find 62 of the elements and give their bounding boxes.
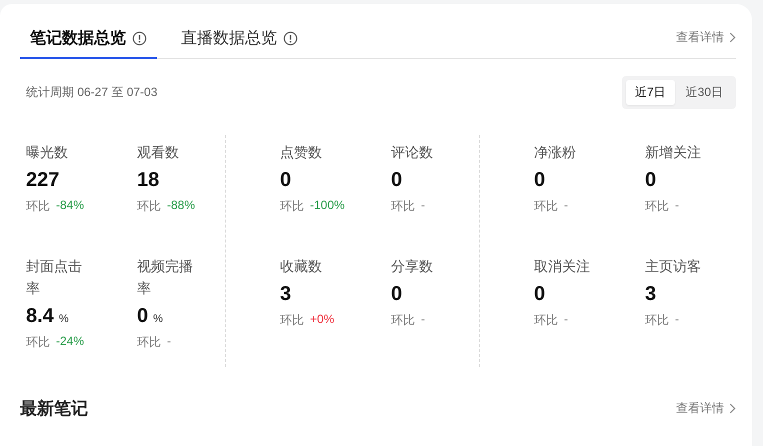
- change-label: 环比: [137, 198, 161, 215]
- change-label: 环比: [534, 312, 558, 329]
- metric-label: 曝光数: [26, 143, 69, 162]
- change-label: 环比: [280, 198, 304, 215]
- change-label: 环比: [534, 198, 558, 215]
- metric-label: 封面点击率: [26, 257, 83, 298]
- metric-value: 0: [137, 305, 148, 328]
- change-label: 环比: [645, 198, 669, 215]
- change-label: 环比: [391, 312, 415, 329]
- change-value: -: [675, 312, 679, 328]
- change-value: -84%: [56, 198, 84, 214]
- change-value: -88%: [167, 198, 196, 214]
- change-value: -: [675, 198, 679, 214]
- change-label: 环比: [26, 334, 50, 351]
- metric-label: 主页访客: [645, 257, 702, 276]
- info-icon[interactable]: [132, 31, 147, 46]
- metric-label: 分享数: [391, 257, 434, 276]
- change-value: -: [564, 198, 568, 214]
- change-label: 环比: [391, 198, 415, 215]
- metric-value: 0: [391, 283, 402, 306]
- tab[interactable]: 笔记数据总览: [20, 28, 157, 59]
- tab[interactable]: 直播数据总览: [171, 28, 308, 59]
- metric-value: 0: [534, 283, 546, 306]
- change-label: 环比: [280, 312, 304, 329]
- metric-value: 3: [280, 283, 292, 306]
- change-label: 环比: [645, 312, 669, 329]
- metric-value: 0: [391, 169, 402, 192]
- range-option[interactable]: 近30日: [676, 80, 732, 105]
- metric-value: 227: [26, 169, 60, 192]
- metric-label: 点赞数: [280, 143, 323, 162]
- metric-value: 0: [534, 169, 546, 192]
- metric-value: 18: [137, 169, 160, 192]
- view-details-link[interactable]: 查看详情: [676, 400, 736, 417]
- section-title: 最新笔记: [20, 398, 88, 420]
- change-value: -: [564, 312, 568, 328]
- change-value: -: [421, 198, 425, 214]
- change-value: +0%: [310, 312, 334, 328]
- unit-text: %: [58, 313, 69, 325]
- chevron-right-icon: [729, 32, 736, 43]
- change-value: -100%: [310, 198, 345, 214]
- change-label: 环比: [26, 198, 50, 215]
- metric-value: 0: [280, 169, 292, 192]
- info-icon[interactable]: [283, 31, 298, 46]
- metric-label: 视频完播率: [137, 257, 194, 298]
- chevron-right-icon: [729, 403, 736, 414]
- metric-label: 收藏数: [280, 257, 323, 276]
- change-value: -: [167, 334, 171, 350]
- unit-text: %: [153, 313, 163, 325]
- metric-label: 新增关注: [645, 143, 702, 162]
- range-option[interactable]: 近7日: [626, 80, 675, 105]
- change-value: -24%: [56, 334, 84, 350]
- change-label: 环比: [137, 334, 161, 351]
- period-text: 统计周期 06-27 至 07-03: [26, 84, 158, 101]
- metric-label: 评论数: [391, 143, 434, 162]
- view-details-link[interactable]: 查看详情: [676, 29, 736, 58]
- metric-label: 取消关注: [534, 257, 591, 276]
- metric-value: 3: [645, 283, 656, 306]
- metric-value: 8.4: [26, 305, 54, 328]
- metric-label: 净涨粉: [534, 143, 577, 162]
- metric-value: 0: [645, 169, 656, 192]
- metric-label: 观看数: [137, 143, 180, 162]
- change-value: -: [421, 312, 425, 328]
